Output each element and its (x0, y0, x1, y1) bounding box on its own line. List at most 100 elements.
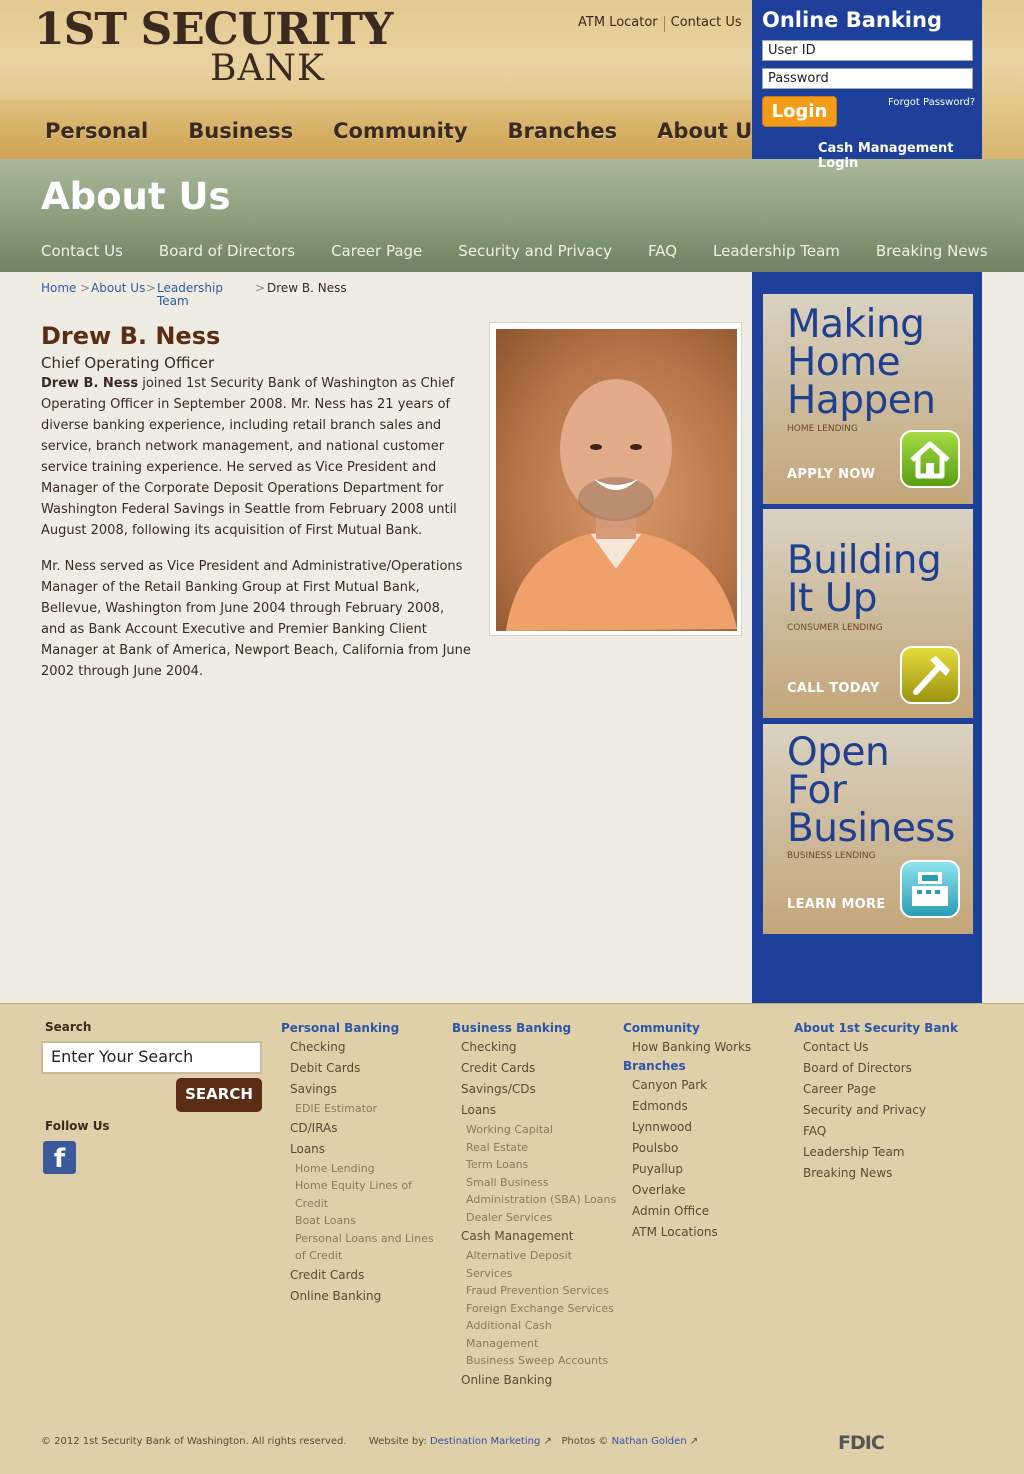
search-input[interactable]: Enter Your Search (41, 1041, 262, 1074)
footer-link[interactable]: Leadership Team (794, 1142, 958, 1163)
bio-paragraph-2: Mr. Ness served as Vice President and Ad… (41, 559, 471, 679)
breadcrumb-separator: > (80, 281, 91, 295)
fdic-logo: FDIC (838, 1432, 885, 1454)
footer-link[interactable]: Online Banking (452, 1370, 616, 1391)
subnav-career-page[interactable]: Career Page (331, 242, 422, 260)
footer-link[interactable]: Loans (281, 1139, 434, 1160)
footer-link[interactable]: Puyallup (623, 1159, 751, 1180)
footer-link[interactable]: Overlake (623, 1180, 751, 1201)
promo-category: CONSUMER LENDING (787, 623, 883, 633)
footer-link[interactable]: Poulsbo (623, 1138, 751, 1159)
footer-link[interactable]: Debit Cards (281, 1058, 434, 1079)
footer-link[interactable]: Credit Cards (452, 1058, 616, 1079)
footer-link[interactable]: Checking (452, 1037, 616, 1058)
footer-link[interactable]: Personal Loans and Lines (281, 1230, 434, 1248)
subnav-security-privacy[interactable]: Security and Privacy (458, 242, 612, 260)
breadcrumb-leadership-team-line2[interactable]: Team (157, 294, 189, 308)
promo-business-lending[interactable]: Open For Business BUSINESS LENDING LEARN M… (763, 724, 973, 934)
bio-name-bold: Drew B. Ness (41, 376, 139, 391)
promo-category: BUSINESS LENDING (787, 851, 876, 861)
footer-link[interactable]: Alternative Deposit (452, 1247, 616, 1265)
footer-heading[interactable]: Branches (623, 1058, 751, 1075)
facebook-icon[interactable]: f (43, 1141, 76, 1174)
footer-heading[interactable]: About 1st Security Bank (794, 1020, 958, 1037)
footer-heading[interactable]: Business Banking (452, 1020, 616, 1037)
footer-link[interactable]: Working Capital (452, 1121, 616, 1139)
footer-link[interactable]: Boat Loans (281, 1212, 434, 1230)
apply-now-link[interactable]: APPLY NOW (787, 467, 875, 482)
footer-link[interactable]: Edmonds (623, 1096, 751, 1117)
footer-link[interactable]: Savings/CDs (452, 1079, 616, 1100)
footer-link[interactable]: Online Banking (281, 1286, 434, 1307)
footer-link[interactable]: Services (452, 1265, 616, 1283)
footer-link[interactable]: Foreign Exchange Services (452, 1300, 616, 1318)
subnav-faq[interactable]: FAQ (648, 242, 677, 260)
nav-community[interactable]: Community (333, 119, 467, 143)
footer-link[interactable]: Small Business (452, 1174, 616, 1192)
footer-link[interactable]: Savings (281, 1079, 434, 1100)
login-button[interactable]: Login (762, 96, 837, 127)
nav-branches[interactable]: Branches (508, 119, 618, 143)
user-id-field[interactable]: User ID (762, 40, 973, 61)
footer-link[interactable]: Checking (281, 1037, 434, 1058)
footer-link[interactable]: Additional Cash (452, 1317, 616, 1335)
footer-link[interactable]: Administration (SBA) Loans (452, 1191, 616, 1209)
destination-marketing-link[interactable]: Destination Marketing (430, 1436, 540, 1447)
footer-link[interactable]: Loans (452, 1100, 616, 1121)
footer-link[interactable]: Home Equity Lines of (281, 1177, 434, 1195)
footer-link[interactable]: FAQ (794, 1121, 958, 1142)
promo-headline: Making Home Happen (787, 302, 936, 423)
sub-nav: Contact Us Board of Directors Career Pag… (41, 242, 1024, 260)
breadcrumb-leadership-team[interactable]: Leadership (157, 281, 223, 295)
footer-link[interactable]: Contact Us (794, 1037, 958, 1058)
search-button[interactable]: SEARCH (176, 1078, 262, 1112)
footer-link[interactable]: ATM Locations (623, 1222, 751, 1243)
nav-about-us[interactable]: About Us (657, 119, 765, 143)
footer-link[interactable]: of Credit (281, 1247, 434, 1265)
contact-us-link[interactable]: Contact Us (665, 15, 748, 32)
footer-link[interactable]: CD/IRAs (281, 1118, 434, 1139)
footer-link[interactable]: Real Estate (452, 1139, 616, 1157)
atm-locator-link[interactable]: ATM Locator (572, 15, 664, 32)
nav-business[interactable]: Business (188, 119, 293, 143)
footer-link[interactable]: Canyon Park (623, 1075, 751, 1096)
footer-link[interactable]: Lynnwood (623, 1117, 751, 1138)
footer-link[interactable]: Management (452, 1335, 616, 1353)
breadcrumb-separator: > (255, 281, 266, 295)
subnav-board-of-directors[interactable]: Board of Directors (159, 242, 295, 260)
footer-heading[interactable]: Personal Banking (281, 1020, 434, 1037)
footer-link[interactable]: Breaking News (794, 1163, 958, 1184)
nathan-golden-link[interactable]: Nathan Golden (612, 1436, 687, 1447)
promo-home-lending[interactable]: Making Home Happen HOME LENDING APPLY NOW (763, 294, 973, 504)
learn-more-link[interactable]: LEARN MORE (787, 897, 886, 912)
forgot-password-link[interactable]: Forgot Password? (888, 97, 975, 108)
breadcrumb-home[interactable]: Home (41, 281, 76, 295)
footer-link[interactable]: Business Sweep Accounts (452, 1352, 616, 1370)
footer-link[interactable]: Dealer Services (452, 1209, 616, 1227)
footer-heading[interactable]: Community (623, 1020, 751, 1037)
password-field[interactable]: Password (762, 68, 973, 89)
footer-link[interactable]: Security and Privacy (794, 1100, 958, 1121)
footer-link[interactable]: Board of Directors (794, 1058, 958, 1079)
copyright-text: © 2012 1st Security Bank of Washington. … (41, 1436, 347, 1447)
footer-link[interactable]: EDIE Estimator (281, 1100, 434, 1118)
footer-link[interactable]: Admin Office (623, 1201, 751, 1222)
breadcrumb-about-us[interactable]: About Us (91, 281, 145, 295)
footer-link[interactable]: Term Loans (452, 1156, 616, 1174)
call-today-link[interactable]: CALL TODAY (787, 681, 880, 696)
promo-consumer-lending[interactable]: Building It Up CONSUMER LENDING CALL TODA… (763, 509, 973, 718)
nav-personal[interactable]: Personal (45, 119, 148, 143)
footer-link[interactable]: Credit (281, 1195, 434, 1213)
footer-link[interactable]: Credit Cards (281, 1265, 434, 1286)
footer-link[interactable]: Cash Management (452, 1226, 616, 1247)
cash-management-login-link[interactable]: Cash Management Login (818, 141, 982, 171)
footer-link[interactable]: Fraud Prevention Services (452, 1282, 616, 1300)
footer-link[interactable]: Home Lending (281, 1160, 434, 1178)
bank-logo-subtitle[interactable]: BANK (210, 48, 325, 89)
footer-link[interactable]: Career Page (794, 1079, 958, 1100)
footer-link[interactable]: How Banking Works (623, 1037, 751, 1058)
subnav-breaking-news[interactable]: Breaking News (876, 242, 988, 260)
portrait-frame (489, 322, 742, 636)
subnav-contact-us[interactable]: Contact Us (41, 242, 123, 260)
subnav-leadership-team[interactable]: Leadership Team (713, 242, 840, 260)
